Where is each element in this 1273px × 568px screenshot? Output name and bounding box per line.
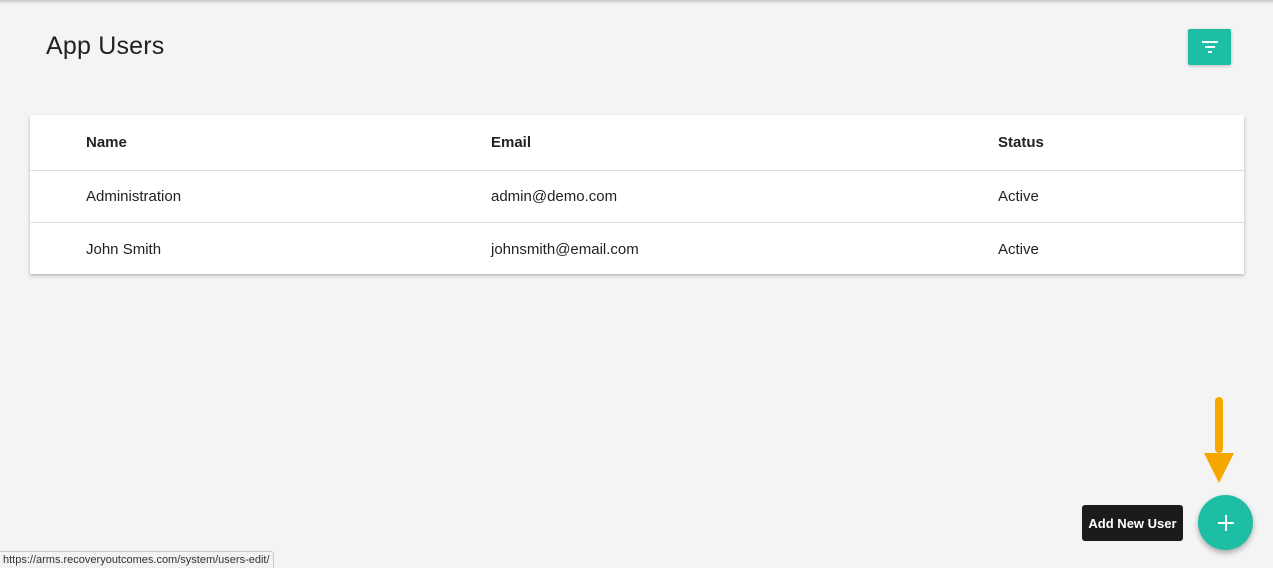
table-row[interactable]: Administration admin@demo.com Active: [30, 171, 1244, 223]
column-header-email[interactable]: Email: [491, 115, 531, 170]
plus-icon: [1217, 514, 1234, 531]
cell-status: Active: [998, 240, 1039, 258]
table-header: Name Email Status: [30, 115, 1244, 171]
cell-email: johnsmith@email.com: [491, 240, 639, 258]
table-row[interactable]: John Smith johnsmith@email.com Active: [30, 223, 1244, 275]
column-header-status[interactable]: Status: [998, 115, 1044, 170]
filter-icon: [1201, 41, 1218, 53]
arrow-down-icon: [1204, 397, 1234, 483]
cell-name: Administration: [86, 188, 182, 205]
page-title: App Users: [46, 32, 165, 60]
status-bar-url: https://arms.recoveryoutcomes.com/system…: [0, 551, 274, 568]
add-new-user-tooltip: Add New User: [1082, 505, 1183, 541]
filter-button[interactable]: [1188, 29, 1231, 65]
cell-email: admin@demo.com: [491, 188, 618, 205]
top-shadow: [0, 0, 1273, 4]
users-table: Name Email Status Administration admin@d…: [30, 115, 1244, 274]
cell-status: Active: [998, 188, 1039, 205]
column-header-name[interactable]: Name: [86, 115, 127, 170]
add-user-button[interactable]: [1198, 495, 1253, 550]
cell-name: John Smith: [86, 240, 162, 258]
